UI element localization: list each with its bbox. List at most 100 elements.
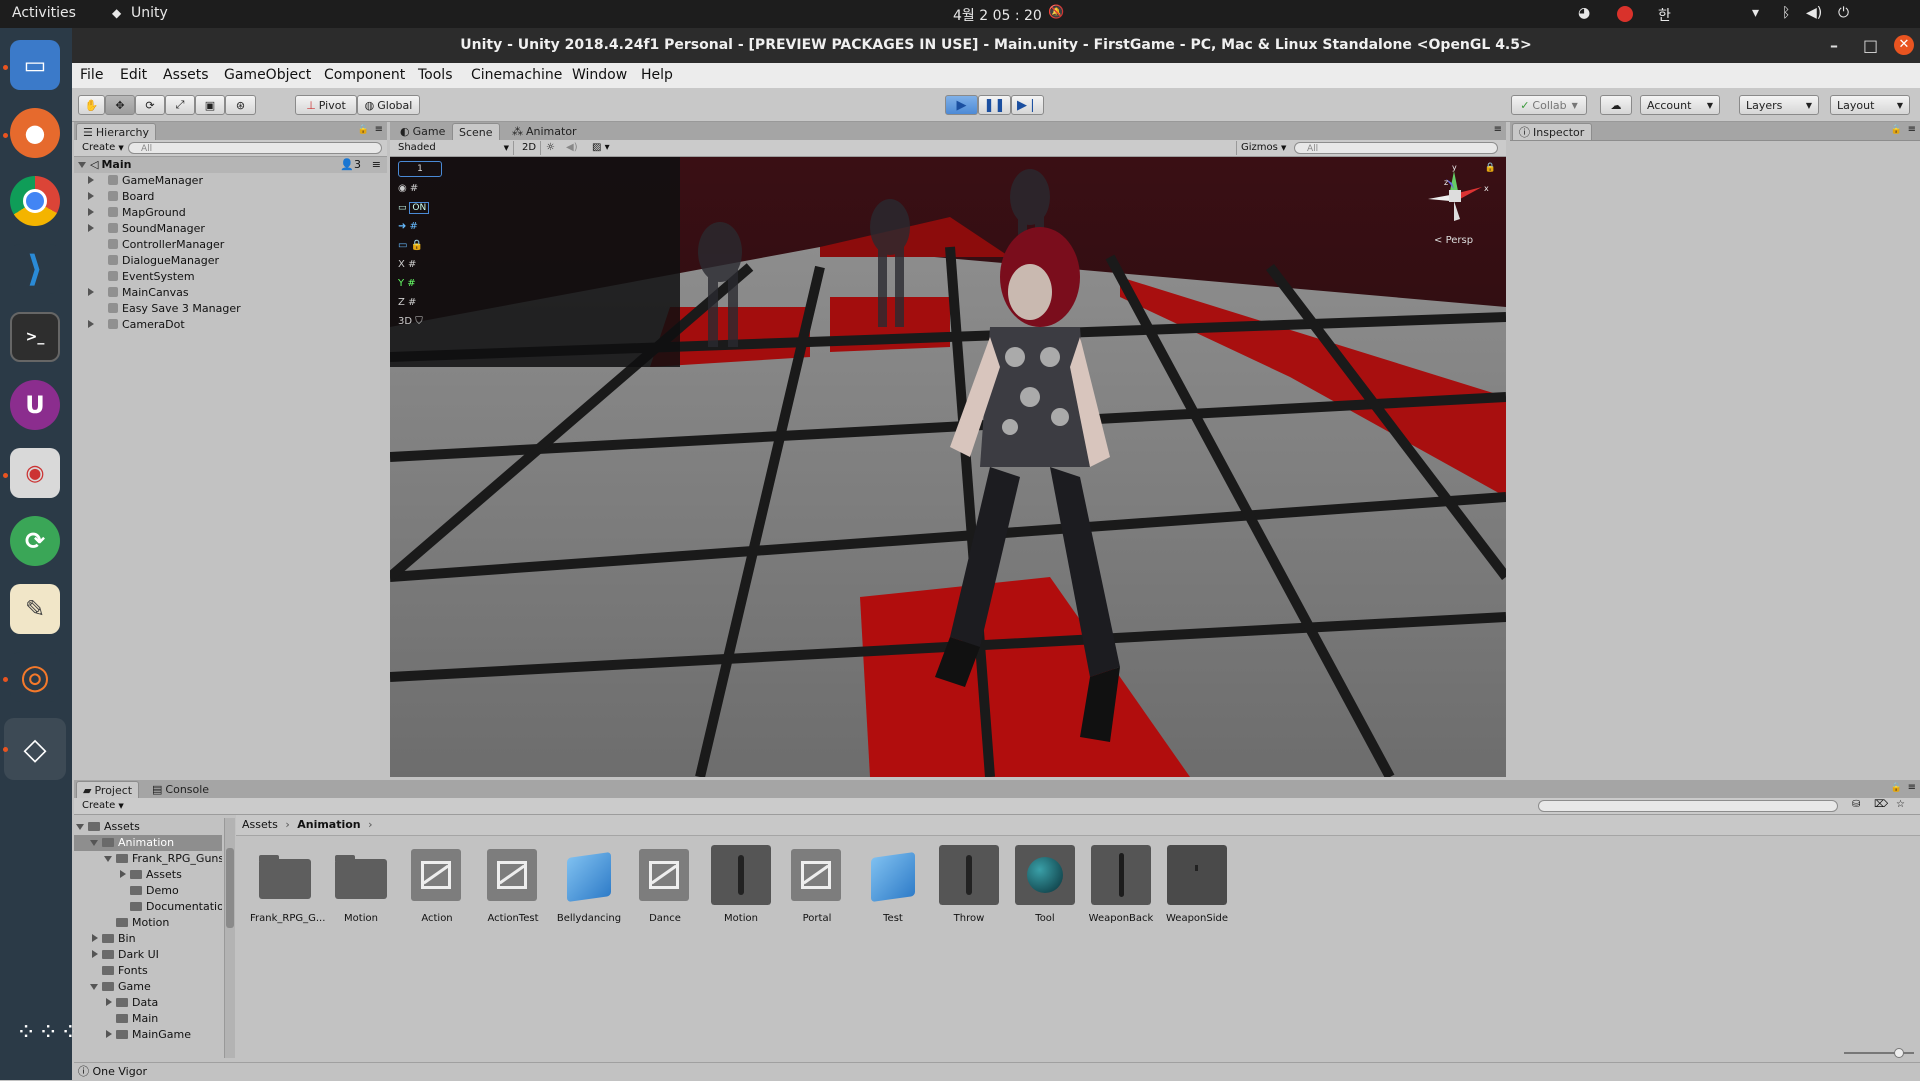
asset-item[interactable]: Frank_RPG_G...: [250, 845, 325, 924]
scene-viewport[interactable]: 1 ◉ # ▭ ON ➜ # ▭ 🔒 X # Y # Z # 3D ⛉ y x …: [390, 157, 1506, 777]
asset-item[interactable]: Motion: [706, 845, 776, 924]
breadcrumb-animation[interactable]: Animation: [297, 818, 360, 831]
volume-icon[interactable]: ◀): [1806, 5, 1822, 21]
asset-item[interactable]: ActionTest: [478, 845, 548, 924]
project-tree-item[interactable]: Motion: [74, 915, 222, 931]
panel-menu-icon[interactable]: ≡: [1908, 124, 1916, 135]
expand-arrow-icon[interactable]: [88, 288, 94, 296]
asset-item[interactable]: Dance: [630, 845, 700, 924]
unity-hub-icon[interactable]: U: [10, 380, 60, 430]
hierarchy-item[interactable]: SoundManager: [74, 221, 387, 237]
menu-help[interactable]: Help: [641, 67, 673, 83]
tab-console[interactable]: ▤ Console: [146, 781, 215, 798]
expand-arrow-icon[interactable]: [92, 950, 98, 958]
menu-component[interactable]: Component: [324, 67, 405, 83]
expand-arrow-icon[interactable]: [106, 1030, 112, 1038]
expand-arrow-icon[interactable]: [92, 934, 98, 942]
account-dropdown[interactable]: Account ▼: [1640, 95, 1720, 115]
menu-cinemachine[interactable]: Cinemachine: [471, 67, 562, 83]
overlay-layer-button[interactable]: 1: [398, 161, 442, 177]
icon-size-slider[interactable]: [1844, 1048, 1914, 1058]
minimize-button[interactable]: –: [1830, 36, 1838, 55]
expand-arrow-icon[interactable]: [90, 984, 98, 990]
rect-tool-icon[interactable]: ▣: [195, 95, 225, 115]
asset-item[interactable]: Action: [402, 845, 472, 924]
expand-arrow-icon[interactable]: [88, 176, 94, 184]
project-tree-item[interactable]: Assets: [74, 867, 222, 883]
expand-arrow-icon[interactable]: [78, 162, 86, 168]
clock[interactable]: 4월 2 05 : 20: [953, 5, 1042, 25]
project-tree-item[interactable]: Demo: [74, 883, 222, 899]
menu-assets[interactable]: Assets: [163, 67, 209, 83]
wifi-icon[interactable]: ▾: [1752, 5, 1759, 21]
project-tree-item[interactable]: Frank_RPG_Guns: [74, 851, 222, 867]
perspective-label[interactable]: < Persp: [1434, 235, 1473, 246]
asset-item[interactable]: Tool: [1010, 845, 1080, 924]
lighting-toggle-icon[interactable]: ☼: [542, 141, 559, 155]
expand-arrow-icon[interactable]: [90, 840, 98, 846]
project-tree-item[interactable]: Data: [74, 995, 222, 1011]
expand-arrow-icon[interactable]: [104, 856, 112, 862]
favorite-star-icon[interactable]: ☆: [1896, 799, 1905, 810]
project-tree-item[interactable]: Main: [74, 1011, 222, 1027]
scene-search-input[interactable]: All: [1294, 142, 1498, 154]
project-tree-item[interactable]: Bin: [74, 931, 222, 947]
scale-tool-icon[interactable]: ⤢: [165, 95, 195, 115]
app-menu[interactable]: Unity: [131, 5, 168, 21]
tab-scene[interactable]: Scene: [452, 123, 500, 140]
screenshot-icon[interactable]: ◉: [10, 448, 60, 498]
project-tree-item[interactable]: Documentatio: [74, 899, 222, 915]
project-tree-item[interactable]: Fonts: [74, 963, 222, 979]
hierarchy-item[interactable]: CameraDot: [74, 317, 387, 333]
project-search-input[interactable]: [1538, 800, 1838, 812]
asset-item[interactable]: WeaponSide: [1162, 845, 1232, 924]
project-tree-item[interactable]: MainGame: [74, 1027, 222, 1043]
layout-dropdown[interactable]: Layout ▼: [1830, 95, 1910, 115]
expand-arrow-icon[interactable]: [120, 870, 126, 878]
filter-label-icon[interactable]: ⌦: [1874, 799, 1888, 810]
asset-item[interactable]: Bellydancing: [554, 845, 624, 924]
shading-dropdown[interactable]: Shaded ▼: [394, 141, 514, 155]
project-create-dropdown[interactable]: Create ▼: [78, 799, 128, 813]
project-tree-item[interactable]: Dark UI: [74, 947, 222, 963]
expand-arrow-icon[interactable]: [88, 192, 94, 200]
menu-file[interactable]: File: [80, 67, 103, 83]
lock-icon[interactable]: 🔒: [1891, 125, 1902, 135]
chrome-icon[interactable]: [10, 176, 60, 226]
panel-menu-icon[interactable]: ≡: [1494, 124, 1502, 135]
show-applications-icon[interactable]: ⁘⁘⁘: [16, 1020, 80, 1066]
hierarchy-item[interactable]: DialogueManager: [74, 253, 387, 269]
tab-project[interactable]: ▰ Project: [76, 781, 140, 798]
do-not-disturb-icon[interactable]: [1617, 6, 1633, 22]
expand-arrow-icon[interactable]: [106, 998, 112, 1006]
overlay-3d-toggle[interactable]: 3D ⛉: [398, 315, 442, 329]
tab-game[interactable]: ◐ Game: [394, 123, 451, 140]
files-icon[interactable]: ▭: [10, 40, 60, 90]
blender-icon[interactable]: ◎: [10, 652, 60, 702]
step-button[interactable]: ▶❘: [1011, 95, 1044, 115]
steam-icon[interactable]: ◕: [1578, 5, 1590, 21]
menu-edit[interactable]: Edit: [120, 67, 147, 83]
gizmos-dropdown[interactable]: Gizmos ▼: [1236, 141, 1290, 155]
collab-dropdown[interactable]: ✓ Collab ▼: [1511, 95, 1587, 115]
expand-arrow-icon[interactable]: [88, 224, 94, 232]
menu-window[interactable]: Window: [572, 67, 627, 83]
play-button[interactable]: ▶: [945, 95, 978, 115]
hierarchy-search-input[interactable]: All: [128, 142, 382, 154]
panel-menu-icon[interactable]: ≡: [1908, 782, 1916, 793]
axis-z-toggle[interactable]: Z #: [398, 296, 442, 310]
power-icon[interactable]: ⏻: [1838, 5, 1849, 21]
vscode-icon[interactable]: ⟩: [10, 244, 60, 294]
tree-scrollbar-thumb[interactable]: [226, 848, 234, 928]
expand-arrow-icon[interactable]: [88, 320, 94, 328]
breadcrumb-assets[interactable]: Assets: [242, 818, 278, 831]
hierarchy-item[interactable]: GameManager: [74, 173, 387, 189]
project-tree-item[interactable]: Game: [74, 979, 222, 995]
expand-arrow-icon[interactable]: [76, 824, 84, 830]
update-icon[interactable]: ⟳: [10, 516, 60, 566]
move-tool-icon[interactable]: ✥: [105, 95, 135, 115]
overlay-on-toggle[interactable]: ▭ ON: [398, 201, 442, 215]
menu-gameobject[interactable]: GameObject: [224, 67, 311, 83]
asset-item[interactable]: Motion: [326, 845, 396, 924]
tree-scrollbar[interactable]: [224, 818, 235, 1058]
